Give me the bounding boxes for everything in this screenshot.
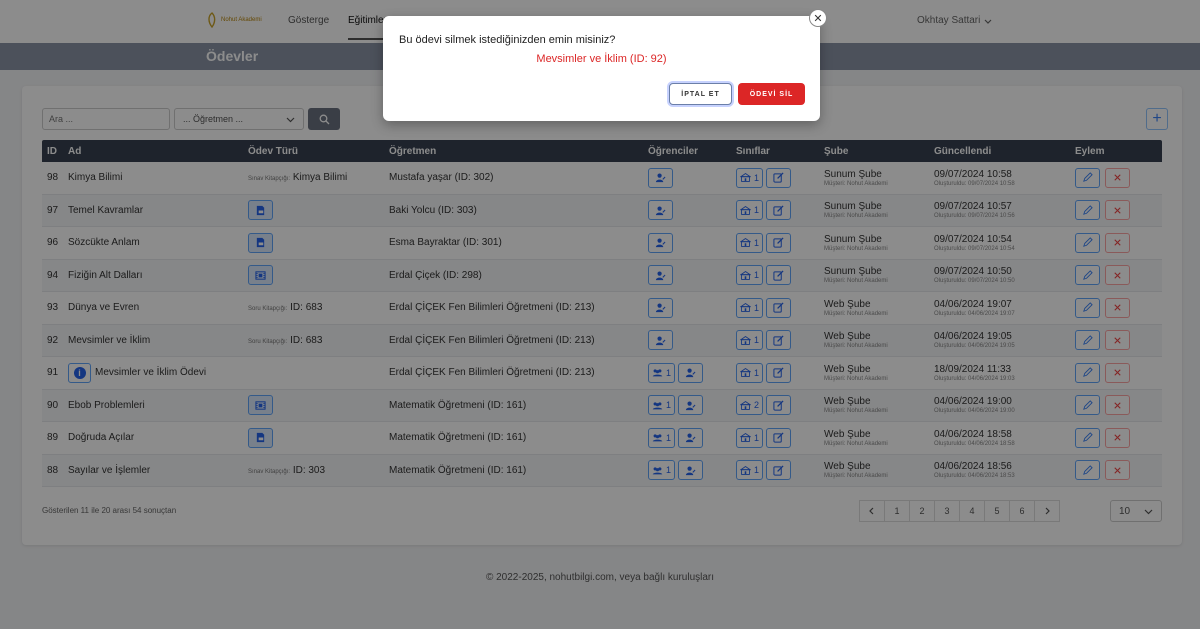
cancel-button[interactable]: İPTAL ET	[669, 83, 732, 105]
dialog-item-name: Mevsimler ve İklim (ID: 92)	[536, 53, 667, 65]
dialog-question: Bu ödevi silmek istediğinizden emin misi…	[399, 34, 616, 46]
delete-assignment-button[interactable]: ÖDEVİ SİL	[738, 83, 805, 105]
delete-confirm-dialog: ✕ Bu ödevi silmek istediğinizden emin mi…	[383, 9, 827, 121]
close-icon[interactable]: ✕	[809, 9, 827, 27]
